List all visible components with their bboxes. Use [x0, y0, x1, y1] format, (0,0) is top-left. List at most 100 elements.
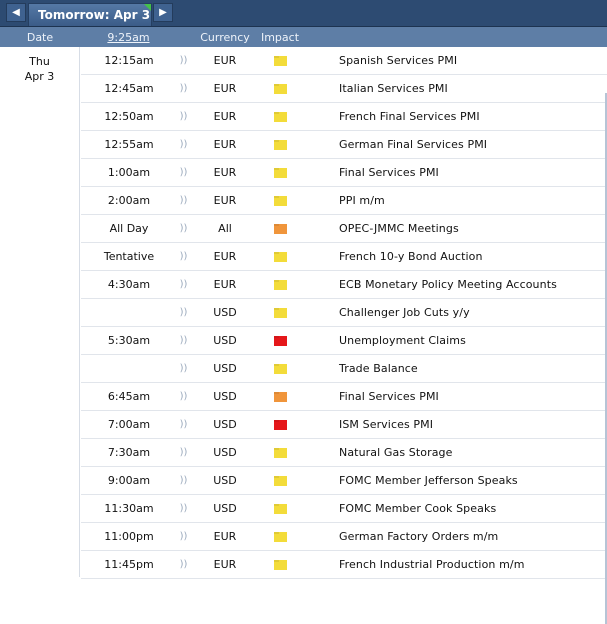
table-row[interactable]: 12:15am)) EUR Spanish Services PMI: [81, 47, 607, 75]
sound-icon[interactable]: )): [177, 195, 190, 206]
event-title[interactable]: Trade Balance: [301, 362, 418, 375]
tab-tomorrow[interactable]: Tomorrow: Apr 3: [28, 3, 152, 26]
sound-icon[interactable]: )): [177, 363, 190, 374]
event-title[interactable]: Italian Services PMI: [301, 82, 448, 95]
event-title[interactable]: PPI m/m: [301, 194, 385, 207]
impact-folder-icon: [274, 503, 287, 514]
impact-cell[interactable]: [260, 531, 301, 542]
event-title[interactable]: OPEC-JMMC Meetings: [301, 222, 459, 235]
event-title[interactable]: FOMC Member Cook Speaks: [301, 502, 496, 515]
sound-icon[interactable]: )): [177, 307, 190, 318]
event-title[interactable]: Unemployment Claims: [301, 334, 466, 347]
table-row[interactable]: 11:00pm)) EUR German Factory Orders m/m: [81, 523, 607, 551]
event-title[interactable]: Challenger Job Cuts y/y: [301, 306, 470, 319]
sound-icon[interactable]: )): [177, 111, 190, 122]
event-currency: USD: [213, 362, 237, 375]
event-title[interactable]: German Factory Orders m/m: [301, 530, 498, 543]
event-currency: EUR: [213, 194, 237, 207]
event-title[interactable]: French Industrial Production m/m: [301, 558, 525, 571]
event-time: 5:30am: [107, 334, 151, 347]
sound-icon[interactable]: )): [177, 531, 190, 542]
sound-icon[interactable]: )): [177, 167, 190, 178]
event-currency: USD: [213, 390, 237, 403]
impact-cell[interactable]: [260, 503, 301, 514]
sound-icon[interactable]: )): [177, 55, 190, 66]
impact-cell[interactable]: [260, 55, 301, 66]
event-title[interactable]: Final Services PMI: [301, 166, 439, 179]
table-row[interactable]: )) USD Trade Balance: [81, 355, 607, 383]
table-row[interactable]: 9:00am)) USD FOMC Member Jefferson Speaks: [81, 467, 607, 495]
impact-cell[interactable]: [260, 419, 301, 430]
table-row[interactable]: 11:30am)) USD FOMC Member Cook Speaks: [81, 495, 607, 523]
table-row[interactable]: 7:00am)) USD ISM Services PMI: [81, 411, 607, 439]
impact-cell[interactable]: [260, 167, 301, 178]
impact-cell[interactable]: [260, 111, 301, 122]
event-title[interactable]: ISM Services PMI: [301, 418, 433, 431]
table-row[interactable]: All Day)) All OPEC-JMMC Meetings: [81, 215, 607, 243]
event-currency: EUR: [213, 558, 237, 571]
sound-icon[interactable]: )): [177, 251, 190, 262]
impact-cell[interactable]: [260, 307, 301, 318]
event-title[interactable]: French Final Services PMI: [301, 110, 480, 123]
event-title[interactable]: FOMC Member Jefferson Speaks: [301, 474, 518, 487]
table-row[interactable]: 5:30am)) USD Unemployment Claims: [81, 327, 607, 355]
sound-icon[interactable]: )): [177, 223, 190, 234]
table-row[interactable]: )) USD Challenger Job Cuts y/y: [81, 299, 607, 327]
event-time: 1:00am: [107, 166, 151, 179]
tab-label: Tomorrow: Apr 3: [38, 8, 151, 22]
sound-icon[interactable]: )): [177, 559, 190, 570]
impact-cell[interactable]: [260, 559, 301, 570]
impact-cell[interactable]: [260, 475, 301, 486]
table-row[interactable]: 12:45am)) EUR Italian Services PMI: [81, 75, 607, 103]
impact-cell[interactable]: [260, 335, 301, 346]
impact-folder-icon: [274, 83, 287, 94]
table-row[interactable]: Tentative)) EUR French 10-y Bond Auction: [81, 243, 607, 271]
sound-icon[interactable]: )): [177, 139, 190, 150]
impact-cell[interactable]: [260, 279, 301, 290]
impact-folder-icon: [274, 391, 287, 402]
event-currency: USD: [213, 446, 237, 459]
sound-icon[interactable]: )): [177, 503, 190, 514]
event-currency: All: [218, 222, 232, 235]
event-title[interactable]: Spanish Services PMI: [301, 54, 457, 67]
table-row[interactable]: 7:30am)) USD Natural Gas Storage: [81, 439, 607, 467]
event-currency: EUR: [213, 82, 237, 95]
table-row[interactable]: 12:55am)) EUR German Final Services PMI: [81, 131, 607, 159]
table-row[interactable]: 1:00am)) EUR Final Services PMI: [81, 159, 607, 187]
impact-cell[interactable]: [260, 251, 301, 262]
sound-icon[interactable]: )): [177, 391, 190, 402]
impact-folder-icon: [274, 419, 287, 430]
sound-icon[interactable]: )): [177, 279, 190, 290]
sound-icon[interactable]: )): [177, 83, 190, 94]
header-time-link[interactable]: 9:25am: [80, 31, 177, 44]
event-time: 6:45am: [107, 390, 151, 403]
impact-cell[interactable]: [260, 195, 301, 206]
impact-cell[interactable]: [260, 83, 301, 94]
impact-cell[interactable]: [260, 363, 301, 374]
sound-icon[interactable]: )): [177, 475, 190, 486]
event-title[interactable]: German Final Services PMI: [301, 138, 487, 151]
sound-icon[interactable]: )): [177, 447, 190, 458]
sound-icon[interactable]: )): [177, 419, 190, 430]
impact-cell[interactable]: [260, 447, 301, 458]
event-time: 9:00am: [107, 474, 151, 487]
impact-cell[interactable]: [260, 391, 301, 402]
event-title[interactable]: French 10-y Bond Auction: [301, 250, 483, 263]
event-time: All Day: [109, 222, 149, 235]
event-time: 2:00am: [107, 194, 151, 207]
previous-day-button[interactable]: ◀: [6, 3, 26, 22]
header-impact: Impact: [260, 30, 300, 44]
table-row[interactable]: 4:30am)) EUR ECB Monetary Policy Meeting A…: [81, 271, 607, 299]
sound-icon[interactable]: )): [177, 335, 190, 346]
impact-folder-icon: [274, 223, 287, 234]
table-row[interactable]: 2:00am)) EUR PPI m/m: [81, 187, 607, 215]
event-title[interactable]: ECB Monetary Policy Meeting Accounts: [301, 278, 557, 291]
next-day-button[interactable]: ▶: [153, 3, 173, 22]
table-row[interactable]: 6:45am)) USD Final Services PMI: [81, 383, 607, 411]
table-row[interactable]: 12:50am)) EUR French Final Services PMI: [81, 103, 607, 131]
table-row[interactable]: 11:45pm)) EUR French Industrial Production…: [81, 551, 607, 579]
impact-cell[interactable]: [260, 223, 301, 234]
event-title[interactable]: Natural Gas Storage: [301, 446, 453, 459]
event-title[interactable]: Final Services PMI: [301, 390, 439, 403]
impact-cell[interactable]: [260, 139, 301, 150]
